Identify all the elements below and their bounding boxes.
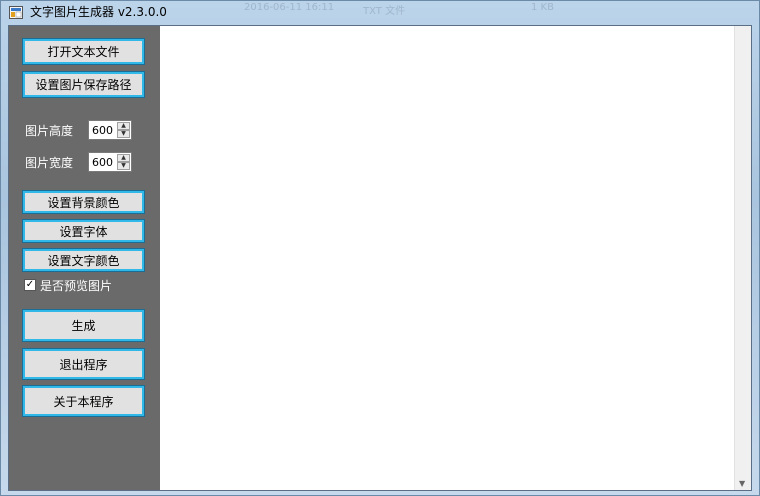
preview-checkbox[interactable]: ✓ xyxy=(24,279,36,291)
title-bar[interactable]: 文字图片生成器 v2.3.0.0 2016-06-11 16:11 TXT 文件… xyxy=(1,1,759,25)
width-label: 图片宽度 xyxy=(25,156,74,170)
height-up-arrow-icon[interactable]: ▲ xyxy=(117,122,130,130)
app-window: 文字图片生成器 v2.3.0.0 2016-06-11 16:11 TXT 文件… xyxy=(0,0,760,496)
width-down-arrow-icon[interactable]: ▼ xyxy=(117,162,130,170)
width-input[interactable] xyxy=(90,154,120,170)
set-font-button[interactable]: 设置字体 xyxy=(22,219,145,243)
set-text-color-button[interactable]: 设置文字颜色 xyxy=(22,248,145,272)
image-preview-area[interactable]: ▼ xyxy=(160,26,751,490)
background-text: 2016-06-11 16:11 xyxy=(244,2,335,13)
generate-button[interactable]: 生成 xyxy=(22,309,145,342)
checkmark-icon: ✓ xyxy=(25,279,35,290)
set-background-color-button[interactable]: 设置背景颜色 xyxy=(22,190,145,214)
background-text: 1 KB xyxy=(531,2,554,13)
vertical-scrollbar[interactable]: ▼ xyxy=(734,26,751,490)
preview-checkbox-label[interactable]: 是否预览图片 xyxy=(40,277,112,294)
client-area: 打开文本文件 设置图片保存路径 图片高度 ▲ ▼ 图片宽度 ▲ ▼ 设置背景颜色… xyxy=(8,25,752,491)
width-stepper[interactable]: ▲ ▼ xyxy=(88,152,132,172)
height-label: 图片高度 xyxy=(25,124,74,138)
height-stepper[interactable]: ▲ ▼ xyxy=(88,120,132,140)
open-text-file-button[interactable]: 打开文本文件 xyxy=(22,38,145,65)
exit-button[interactable]: 退出程序 xyxy=(22,348,145,380)
height-input[interactable] xyxy=(90,122,120,138)
sidebar: 打开文本文件 设置图片保存路径 图片高度 ▲ ▼ 图片宽度 ▲ ▼ 设置背景颜色… xyxy=(9,26,160,490)
height-down-arrow-icon[interactable]: ▼ xyxy=(117,130,130,138)
about-button[interactable]: 关于本程序 xyxy=(22,385,145,417)
set-save-path-button[interactable]: 设置图片保存路径 xyxy=(22,71,145,98)
background-text: TXT 文件 xyxy=(363,6,406,17)
width-up-arrow-icon[interactable]: ▲ xyxy=(117,154,130,162)
app-icon xyxy=(9,6,23,19)
window-title: 文字图片生成器 v2.3.0.0 xyxy=(30,5,167,19)
scroll-down-arrow-icon[interactable]: ▼ xyxy=(739,479,745,488)
